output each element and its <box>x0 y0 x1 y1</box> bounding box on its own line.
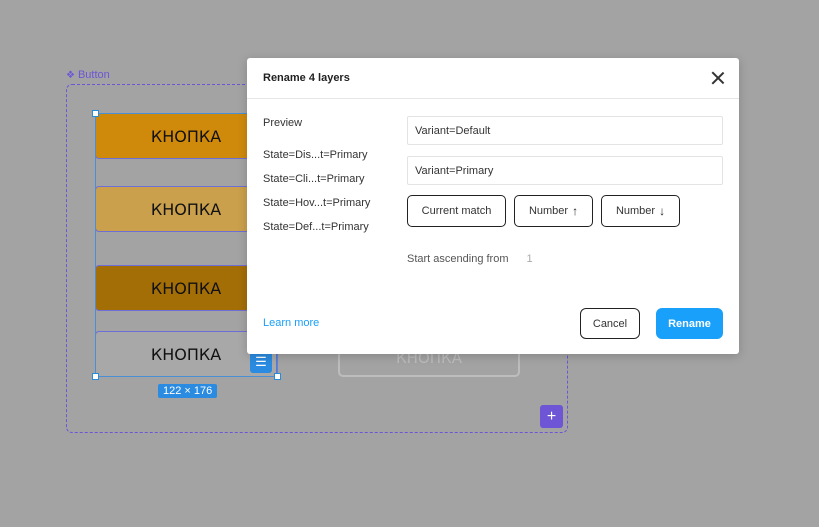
preview-item: State=Hov...t=Primary <box>263 197 371 209</box>
start-ascending-label: Start ascending from <box>407 253 509 265</box>
rename-to-input[interactable] <box>407 156 723 185</box>
rename-button[interactable]: Rename <box>656 308 723 339</box>
selection-size-badge: 122 × 176 <box>158 384 218 398</box>
preview-list: State=Dis...t=Primary State=Cli...t=Prim… <box>263 149 370 245</box>
auto-layout-list-icon[interactable]: ☰ <box>250 351 272 373</box>
number-descending-label: Number <box>615 205 656 217</box>
start-ascending-row: Start ascending from <box>407 253 567 265</box>
rename-layers-dialog: Rename 4 layers Preview State=Dis...t=Pr… <box>247 58 739 354</box>
number-ascending-button[interactable]: Number ↑ <box>514 195 593 227</box>
match-input[interactable] <box>407 116 723 145</box>
dialog-title: Rename 4 layers <box>263 72 350 84</box>
number-descending-button[interactable]: Number ↓ <box>601 195 680 227</box>
resize-handle-top-left[interactable] <box>92 110 99 117</box>
current-match-label: Current match <box>421 205 492 217</box>
arrow-up-icon: ↑ <box>572 204 579 218</box>
close-icon[interactable] <box>710 70 726 86</box>
current-match-button[interactable]: Current match <box>407 195 506 227</box>
start-number-input[interactable] <box>526 253 567 265</box>
token-buttons: Current match Number ↑ Number ↓ <box>407 195 680 227</box>
dialog-header: Rename 4 layers <box>247 58 739 99</box>
resize-handle-bottom-left[interactable] <box>92 373 99 380</box>
resize-handle-bottom-right[interactable] <box>274 373 281 380</box>
component-label[interactable]: ❖ Button <box>66 69 110 81</box>
preview-item: State=Dis...t=Primary <box>263 149 368 161</box>
cancel-button[interactable]: Cancel <box>580 308 640 339</box>
add-variant-button[interactable]: + <box>540 405 563 428</box>
number-ascending-label: Number <box>528 205 569 217</box>
arrow-down-icon: ↓ <box>659 204 666 218</box>
preview-item: State=Def...t=Primary <box>263 221 369 233</box>
component-name: Button <box>77 69 110 81</box>
preview-item: State=Cli...t=Primary <box>263 173 365 185</box>
component-diamond-icon: ❖ <box>66 69 75 81</box>
learn-more-link[interactable]: Learn more <box>263 317 319 329</box>
preview-label: Preview <box>263 117 303 129</box>
